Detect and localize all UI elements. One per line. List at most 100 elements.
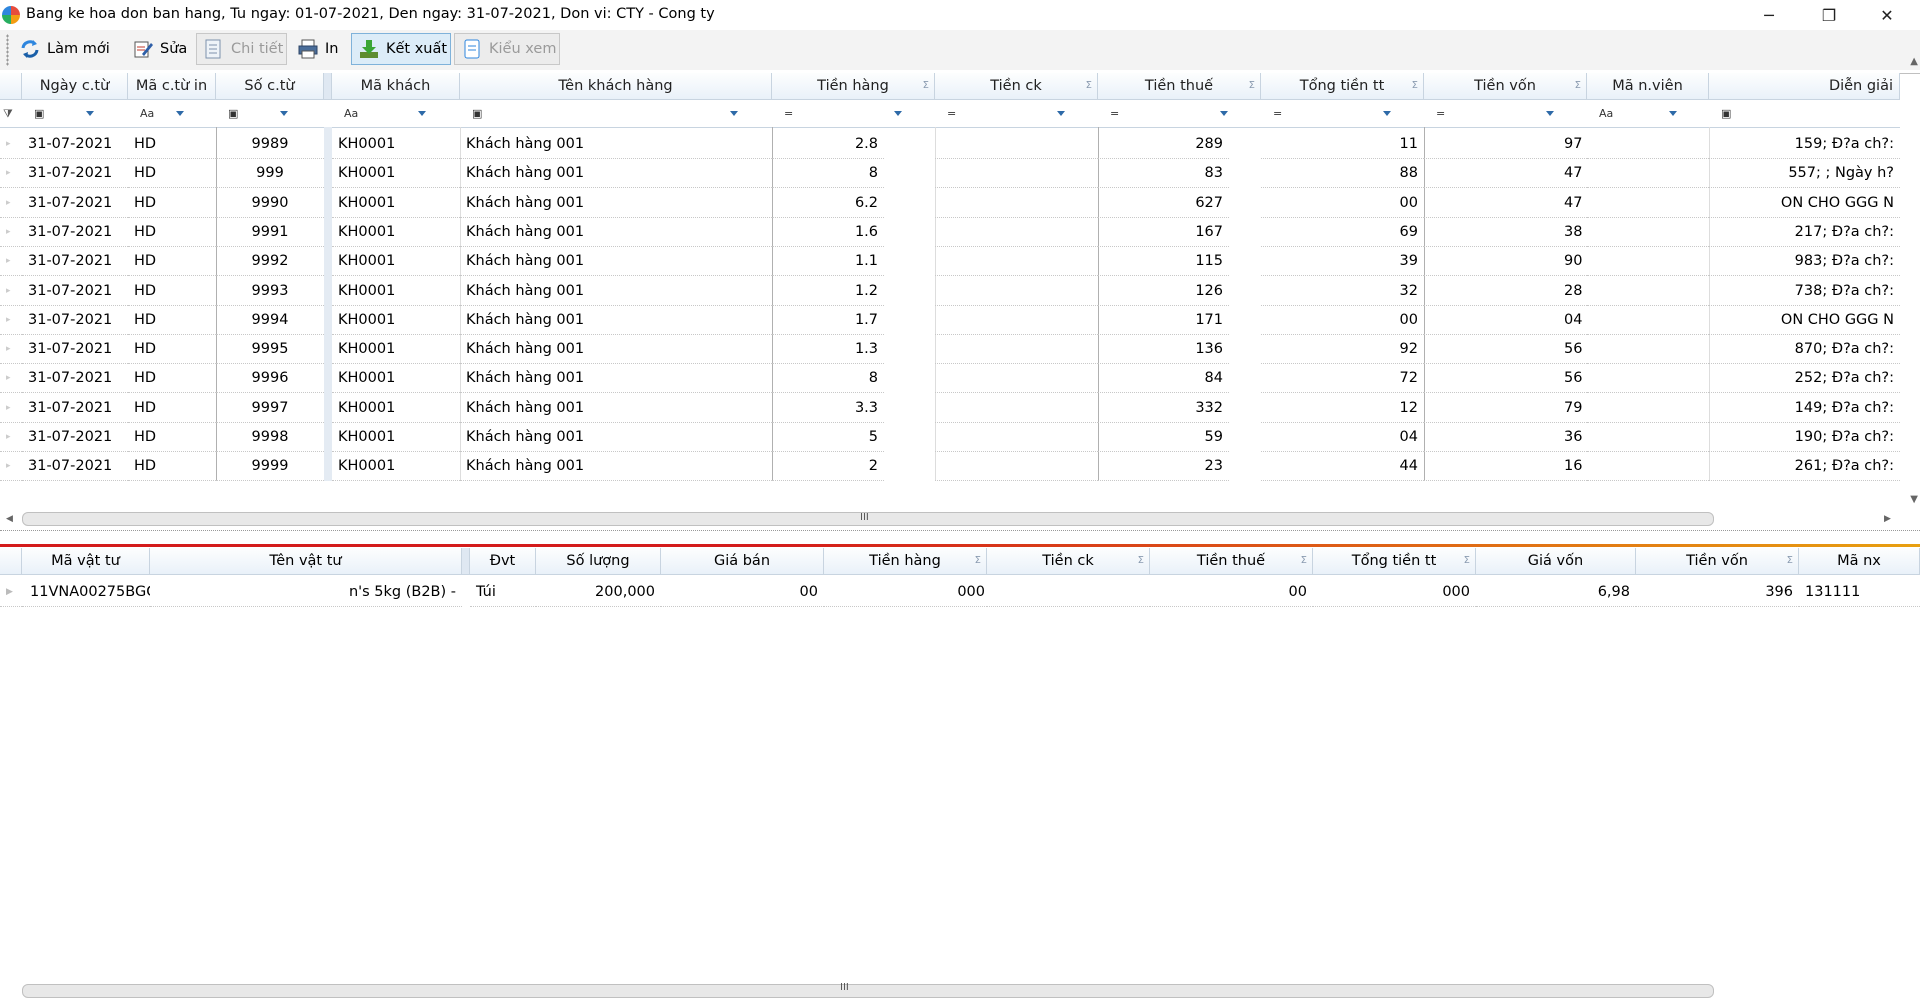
cell-tien-von[interactable]: 38	[1424, 218, 1587, 247]
col-header-ma-khach[interactable]: Mã khách	[332, 73, 460, 100]
cell-tien-ck[interactable]	[987, 578, 1150, 607]
cell-tien-hang[interactable]: 2.8	[772, 130, 884, 159]
cell-tien-von[interactable]: 56	[1424, 364, 1587, 394]
cell-dien-giai[interactable]: 159; Đ?a ch?:	[1709, 130, 1900, 159]
col-header-ten-khach[interactable]: Tên khách hàng	[460, 73, 772, 100]
table-row[interactable]: ▸ 31-07-2021 HD 999 KH0001 Khách hàng 001 8 83 8…	[0, 159, 1900, 189]
cell-ma-ctu[interactable]: HD	[128, 277, 216, 306]
frozen-column-divider[interactable]	[324, 73, 332, 100]
cell-tien-thue[interactable]: 289	[1098, 130, 1229, 159]
scroll-thumb-grip[interactable]: III	[840, 982, 849, 993]
dropdown-arrow-icon[interactable]	[280, 111, 288, 116]
cell-ngay[interactable]: 31-07-2021	[22, 364, 128, 394]
cell-so-ctu[interactable]: 9992	[216, 247, 324, 277]
cell-dien-giai[interactable]: 149; Đ?a ch?:	[1709, 394, 1900, 423]
material-row[interactable]: ▶ 11VNA00275BGG n's 5kg (B2B) - Túi 200,…	[0, 578, 1920, 607]
cell-tong-tien[interactable]: 000	[1313, 578, 1476, 607]
cell-so-ctu[interactable]: 9989	[216, 130, 324, 159]
print-button[interactable]: In	[291, 33, 344, 65]
cell-tien-hang[interactable]: 3.3	[772, 394, 884, 423]
cell-ma-nvien[interactable]	[1587, 218, 1709, 247]
cell-tien-von[interactable]: 396	[1636, 578, 1799, 607]
cell-tien-thue[interactable]: 115	[1098, 247, 1229, 277]
cell-ma-nvien[interactable]	[1587, 159, 1709, 189]
filter-dien-giai[interactable]: ▣	[1709, 101, 1900, 127]
cell-tong-tien[interactable]: 44	[1261, 452, 1424, 482]
cell-ma-ctu[interactable]: HD	[128, 247, 216, 277]
filter-ma-khach[interactable]: Aa	[332, 101, 460, 127]
cell-dien-giai[interactable]: ON CHO GGG N	[1709, 306, 1900, 335]
table-row[interactable]: ▸ 31-07-2021 HD 9999 KH0001 Khách hàng 001 2 23…	[0, 452, 1900, 482]
cell-ngay[interactable]: 31-07-2021	[22, 423, 128, 452]
table-row[interactable]: ▸ 31-07-2021 HD 9995 KH0001 Khách hàng 001 1.3…	[0, 335, 1900, 365]
cell-tien-von[interactable]: 36	[1424, 423, 1587, 452]
cell-tien-von[interactable]: 79	[1424, 394, 1587, 423]
cell-ma-ctu[interactable]: HD	[128, 159, 216, 189]
dropdown-arrow-icon[interactable]	[894, 111, 902, 116]
cell-ma-khach[interactable]: KH0001	[332, 218, 460, 247]
cell-ngay[interactable]: 31-07-2021	[22, 306, 128, 335]
dropdown-arrow-icon[interactable]	[1546, 111, 1554, 116]
cell-so-ctu[interactable]: 9998	[216, 423, 324, 452]
col-header-ma-vat-tu[interactable]: Mã vật tư	[22, 548, 150, 575]
cell-dien-giai[interactable]: 190; Đ?a ch?:	[1709, 423, 1900, 452]
cell-ma-ctu[interactable]: HD	[128, 423, 216, 452]
cell-dvt[interactable]: Túi	[470, 578, 536, 607]
cell-so-luong[interactable]: 200,000	[536, 578, 661, 607]
cell-ma-khach[interactable]: KH0001	[332, 306, 460, 335]
cell-tien-ck[interactable]	[935, 247, 1098, 277]
cell-ma-ctu[interactable]: HD	[128, 335, 216, 365]
filter-ten-khach[interactable]: ▣	[460, 101, 772, 127]
refresh-button[interactable]: Làm mới	[13, 33, 116, 65]
cell-tien-thue[interactable]: 83	[1098, 159, 1229, 189]
cell-gia-von[interactable]: 6,98	[1476, 578, 1636, 607]
cell-ma-khach[interactable]: KH0001	[332, 452, 460, 482]
cell-ten-khach[interactable]: Khách hàng 001	[460, 130, 772, 159]
cell-ngay[interactable]: 31-07-2021	[22, 130, 128, 159]
col-header-ma-ctu[interactable]: Mã c.từ in	[128, 73, 216, 100]
cell-so-ctu[interactable]: 9991	[216, 218, 324, 247]
cell-tien-von[interactable]: 16	[1424, 452, 1587, 482]
cell-dien-giai[interactable]: 557; ; Ngày h?	[1709, 159, 1900, 189]
cell-so-ctu[interactable]: 9994	[216, 306, 324, 335]
cell-tien-von[interactable]: 47	[1424, 189, 1587, 218]
cell-tien-hang[interactable]: 8	[772, 159, 884, 189]
cell-dien-giai[interactable]: 983; Đ?a ch?:	[1709, 247, 1900, 277]
col-header-so-luong[interactable]: Số lượng	[536, 548, 661, 575]
cell-ma-khach[interactable]: KH0001	[332, 159, 460, 189]
cell-tien-ck[interactable]	[935, 189, 1098, 218]
scroll-down-arrow-icon[interactable]: ▼	[1910, 494, 1918, 505]
cell-ma-khach[interactable]: KH0001	[332, 130, 460, 159]
cell-tien-ck[interactable]	[935, 394, 1098, 423]
col-header-gia-ban[interactable]: Giá bán	[661, 548, 824, 575]
cell-ngay[interactable]: 31-07-2021	[22, 277, 128, 306]
cell-tien-thue[interactable]: 126	[1098, 277, 1229, 306]
cell-ma-vat-tu[interactable]: 11VNA00275BGG	[22, 578, 150, 607]
cell-gia-ban[interactable]: 00	[661, 578, 824, 607]
cell-ma-khach[interactable]: KH0001	[332, 247, 460, 277]
col-header-tien-von-2[interactable]: Tiền vốn Σ	[1636, 548, 1799, 575]
restore-button[interactable]: ❐	[1806, 0, 1852, 30]
cell-dien-giai[interactable]: 870; Đ?a ch?:	[1709, 335, 1900, 365]
cell-so-ctu[interactable]: 9993	[216, 277, 324, 306]
cell-ten-khach[interactable]: Khách hàng 001	[460, 335, 772, 365]
cell-dien-giai[interactable]: 252; Đ?a ch?:	[1709, 364, 1900, 394]
cell-tong-tien[interactable]: 04	[1261, 423, 1424, 452]
cell-so-ctu[interactable]: 9999	[216, 452, 324, 482]
cell-tien-thue[interactable]: 59	[1098, 423, 1229, 452]
cell-ma-khach[interactable]: KH0001	[332, 189, 460, 218]
cell-so-ctu[interactable]: 999	[216, 159, 324, 189]
cell-ten-khach[interactable]: Khách hàng 001	[460, 189, 772, 218]
cell-tien-thue[interactable]: 332	[1098, 394, 1229, 423]
filter-ma-nvien[interactable]: Aa	[1587, 101, 1709, 127]
cell-tien-thue[interactable]: 23	[1098, 452, 1229, 482]
col-header-tong-tien[interactable]: Tổng tiền tt Σ	[1261, 73, 1424, 100]
cell-ten-khach[interactable]: Khách hàng 001	[460, 247, 772, 277]
close-button[interactable]: ✕	[1864, 0, 1910, 30]
col-header-so-ctu[interactable]: Số c.từ	[216, 73, 324, 100]
cell-ma-khach[interactable]: KH0001	[332, 364, 460, 394]
col-header-ma-nvien[interactable]: Mã n.viên	[1587, 73, 1709, 100]
cell-ma-nvien[interactable]	[1587, 306, 1709, 335]
dropdown-arrow-icon[interactable]	[1669, 111, 1677, 116]
cell-dien-giai[interactable]: 738; Đ?a ch?:	[1709, 277, 1900, 306]
